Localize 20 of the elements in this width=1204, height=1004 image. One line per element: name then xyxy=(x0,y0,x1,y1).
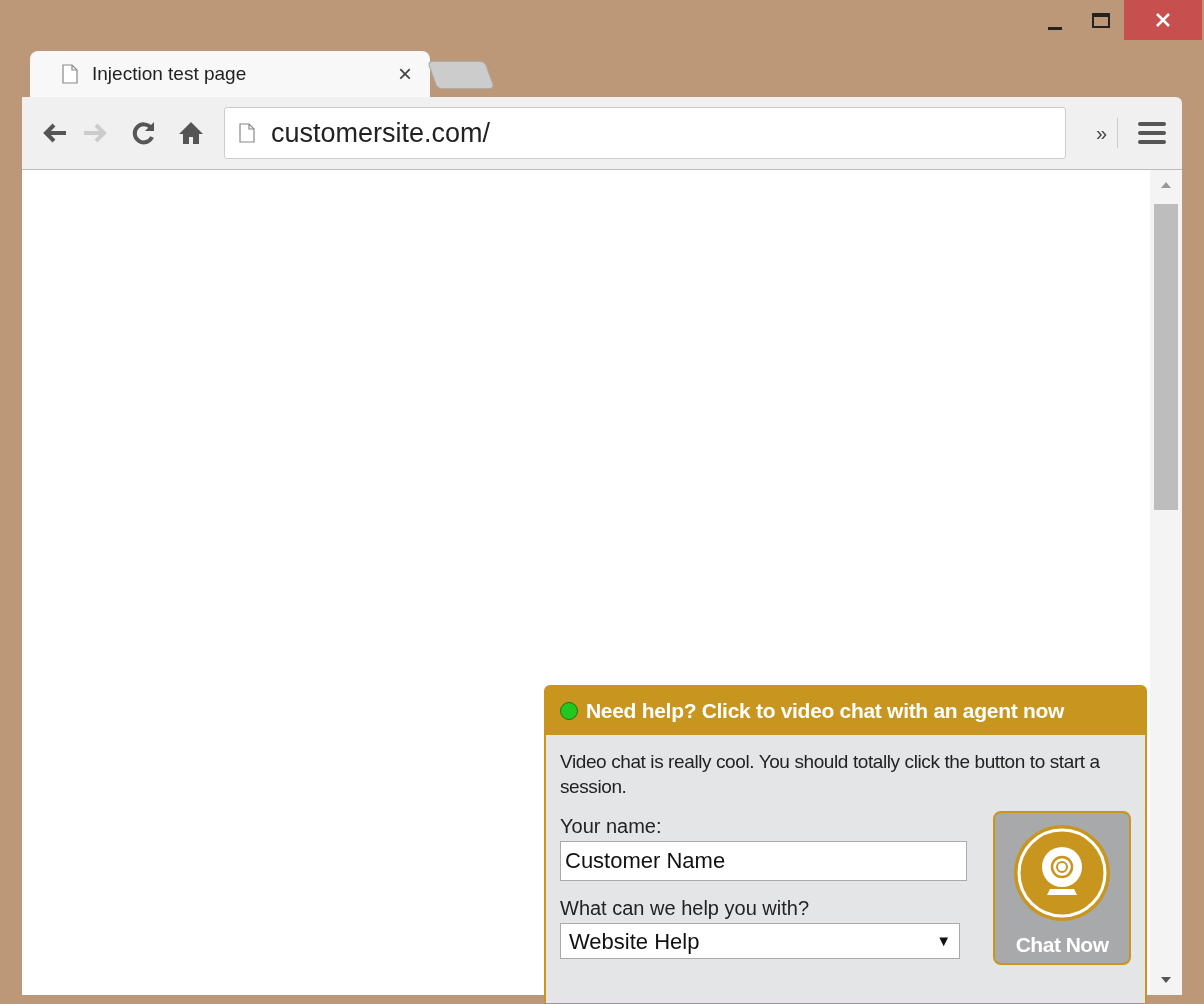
page-icon xyxy=(62,64,78,84)
close-icon xyxy=(1155,12,1171,28)
page-icon xyxy=(239,123,255,143)
topic-label: What can we help you with? xyxy=(560,896,811,921)
tab-title: Injection test page xyxy=(92,61,248,86)
menu-icon[interactable] xyxy=(1138,120,1166,146)
address-bar[interactable]: customersite.com/ xyxy=(224,107,1066,159)
webcam-icon xyxy=(1012,823,1113,923)
browser-tab[interactable]: Injection test page × xyxy=(30,51,430,97)
home-icon[interactable] xyxy=(178,120,204,146)
name-input[interactable]: Customer Name xyxy=(560,841,968,881)
close-button[interactable] xyxy=(1124,0,1202,40)
description-text: Video chat is really cool. You should totally click the button to start a session. xyxy=(560,750,1101,799)
header-text: Need help? Click to video chat with an agent now xyxy=(586,698,1064,725)
topic-select[interactable]: Website Help ▼ xyxy=(560,923,960,959)
name-label: Your name: xyxy=(560,814,663,839)
url-text: customersite.com/ xyxy=(271,116,491,150)
extensions-overflow-button[interactable]: » xyxy=(1095,118,1118,148)
tab-close-button[interactable]: × xyxy=(398,56,412,92)
scrollbar[interactable] xyxy=(1150,170,1182,995)
